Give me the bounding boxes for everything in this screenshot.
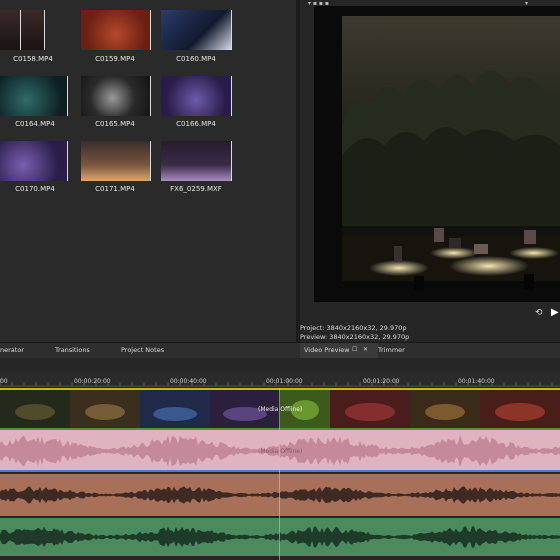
project-info: Project: 3840x2160x32, 29.970p [300, 324, 407, 332]
tab-project-notes[interactable]: Project Notes [121, 346, 164, 354]
audio-track-1[interactable]: (Media Offline) [0, 430, 560, 472]
clip-label: C0165.MP4 [95, 120, 135, 128]
selection-bar [231, 76, 232, 116]
tab-bar: nerator Transitions Project Notes Video … [0, 342, 560, 359]
clip-thumbnail[interactable] [81, 141, 151, 181]
clip-label: C0158.MP4 [13, 55, 53, 63]
loop-icon[interactable]: ⟲ [535, 308, 543, 318]
waveform [0, 518, 560, 556]
ruler-label: 00:01:00:00 [266, 378, 303, 385]
selection-bar [231, 141, 232, 181]
clip-thumbnail[interactable] [0, 10, 44, 50]
stage-image [314, 6, 560, 302]
media-bin: C0158.MP4 C0159.MP4 C0160.MP4 C0164.MP4 … [0, 0, 296, 342]
clip-thumbnail[interactable] [81, 76, 151, 116]
playhead[interactable] [279, 388, 280, 560]
audio-track-3[interactable] [0, 518, 560, 556]
close-icon[interactable]: ✕ [363, 346, 368, 353]
clip-label: C0159.MP4 [95, 55, 135, 63]
play-icon[interactable]: ▶ [551, 307, 559, 318]
selection-bar [67, 76, 68, 116]
waveform [0, 474, 560, 516]
clip-label: C0166.MP4 [176, 120, 216, 128]
tab-video-preview[interactable]: Video Preview [304, 346, 350, 354]
preview-info: Preview: 3840x2160x32, 29.970p [300, 333, 410, 341]
selection-bar [150, 141, 151, 181]
selection-bar [67, 141, 68, 181]
clip-label: C0171.MP4 [95, 185, 135, 193]
selection-bar [150, 10, 151, 50]
clip-label: FX6_0259.MXF [170, 185, 222, 193]
video-track[interactable]: (Media Offline) [0, 390, 560, 430]
clip-thumbnail[interactable] [161, 76, 231, 116]
media-offline-label: (Media Offline) [258, 406, 303, 413]
ruler-label: 00:00:40:00 [170, 378, 207, 385]
selection-bar [231, 10, 232, 50]
selection-bar [150, 76, 151, 116]
undock-icon[interactable]: ☐ [352, 346, 357, 353]
tab-generator[interactable]: nerator [0, 346, 24, 354]
tab-trimmer[interactable]: Trimmer [378, 346, 405, 354]
clip-thumbnail[interactable] [0, 76, 67, 116]
ruler-label: 00:00:20:00 [74, 378, 111, 385]
clip-label: C0164.MP4 [15, 120, 55, 128]
preview-frame [314, 6, 560, 302]
media-offline-label: (Media Offline) [258, 448, 303, 455]
ruler-label: 00:01:20:00 [363, 378, 400, 385]
clip-thumbnail[interactable] [161, 10, 231, 50]
clip-thumbnail[interactable] [81, 10, 151, 50]
selection-bar [20, 10, 21, 50]
clip-label: C0170.MP4 [15, 185, 55, 193]
ruler-label: 00 [0, 378, 8, 385]
tab-transitions[interactable]: Transitions [55, 346, 90, 354]
selection-bar [44, 10, 45, 50]
audio-track-2[interactable] [0, 474, 560, 516]
ruler-label: 00:01:40:00 [458, 378, 495, 385]
clip-thumbnail[interactable] [161, 141, 231, 181]
video-preview-panel: ▾ ▪ ▪ ▪ ▾ Project: 3840x2160x32, 29.970p… [300, 0, 560, 344]
clip-thumbnail[interactable] [0, 141, 67, 181]
clip-label: C0160.MP4 [176, 55, 216, 63]
